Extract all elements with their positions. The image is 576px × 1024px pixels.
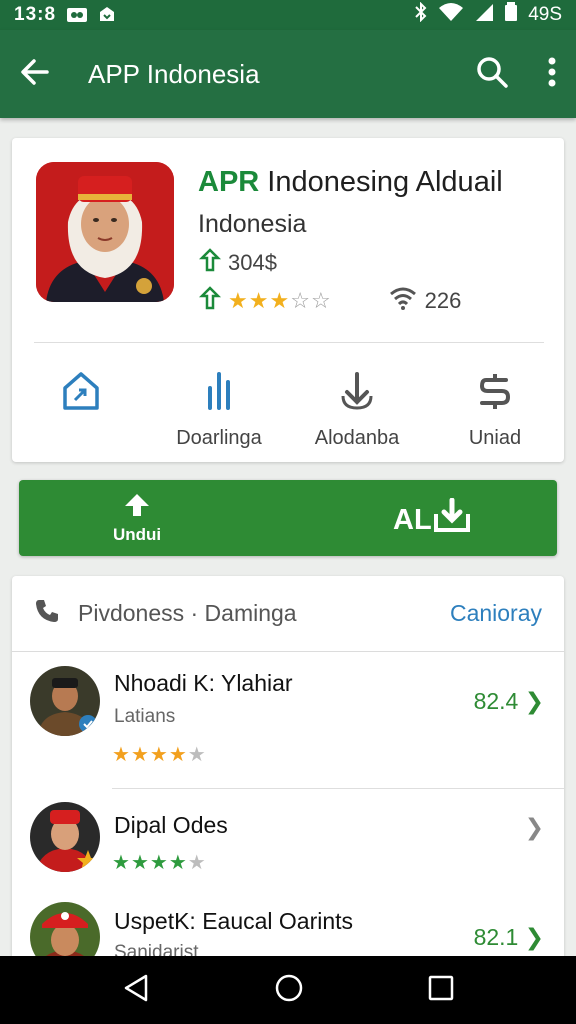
download-tray-icon bbox=[432, 497, 472, 542]
action-price[interactable]: Uniad bbox=[430, 370, 560, 450]
star-icon: ★ bbox=[130, 744, 150, 766]
nav-recents-icon[interactable] bbox=[428, 975, 454, 1006]
star-icon: ★ bbox=[187, 852, 207, 874]
divider bbox=[112, 788, 564, 789]
status-time: 13:8 bbox=[14, 4, 57, 25]
navigation-bar bbox=[0, 956, 576, 1024]
install-button[interactable]: Undui AL bbox=[19, 480, 557, 556]
star-icon: ★ bbox=[149, 852, 169, 874]
action-stats[interactable]: Doarlinga bbox=[154, 370, 284, 450]
more-vert-icon[interactable] bbox=[548, 57, 556, 92]
avatar bbox=[30, 802, 100, 872]
chevron-right-icon: ❯ bbox=[518, 924, 544, 950]
search-icon[interactable] bbox=[476, 56, 508, 93]
downloads-count: 304$ bbox=[228, 250, 277, 275]
app-title: APR Indonesing Alduail bbox=[198, 166, 503, 199]
app-developer: Indonesia bbox=[198, 210, 307, 238]
nav-home-icon[interactable] bbox=[274, 973, 304, 1008]
app-title-accent: APR bbox=[198, 166, 260, 198]
star-icon: ★ bbox=[112, 852, 131, 874]
action-share[interactable] bbox=[16, 370, 146, 450]
dollar-icon bbox=[478, 370, 512, 417]
item-rating: ★★★★★ bbox=[112, 850, 207, 875]
wifi-icon bbox=[438, 2, 464, 28]
phone-icon bbox=[34, 598, 60, 629]
item-name: Dipal Odes bbox=[114, 812, 228, 838]
wifi-icon bbox=[389, 286, 417, 316]
item-value: 82.1 ❯ bbox=[474, 924, 544, 951]
chevron-right-icon: ❯ bbox=[524, 814, 544, 840]
chevron-right-icon: ❯ bbox=[518, 688, 544, 714]
downloads-row: 304$ bbox=[198, 248, 277, 278]
list-item[interactable]: Nhoadi K: Ylahiar Latians ★★★★★ 82.4 ❯ bbox=[12, 666, 564, 786]
star-outline-icon: ☆ bbox=[310, 288, 331, 313]
download-arrow-icon bbox=[339, 370, 375, 417]
item-rating: ★★★★★ bbox=[112, 742, 207, 767]
list-item[interactable]: Dipal Odes ★★★★★ ❯ bbox=[12, 802, 564, 902]
install-right: AL bbox=[393, 497, 472, 542]
star-icon: ★ bbox=[130, 852, 150, 874]
install-right-label: AL bbox=[393, 503, 432, 536]
back-arrow-icon[interactable] bbox=[20, 57, 50, 92]
item-name: UspetK: Eaucal Oarints bbox=[114, 908, 354, 934]
star-icon: ★ bbox=[248, 288, 269, 313]
item-name: Nhoadi K: Ylahiar bbox=[114, 670, 293, 696]
action-stats-label: Doarlinga bbox=[176, 427, 262, 449]
star-icon: ★ bbox=[168, 852, 188, 874]
install-left: Undui bbox=[113, 492, 161, 545]
app-title-rest: Indonesing Alduail bbox=[259, 166, 503, 198]
install-left-label: Undui bbox=[113, 525, 162, 544]
star-icon: ★ bbox=[112, 744, 131, 766]
install-count-icon bbox=[198, 286, 222, 316]
battery-icon bbox=[504, 2, 518, 28]
star-icon: ★ bbox=[228, 288, 248, 313]
divider bbox=[34, 342, 544, 343]
app-actions: Doarlinga Alodanba Uniad bbox=[12, 370, 564, 450]
signal-icon bbox=[474, 2, 494, 28]
bluetooth-icon bbox=[414, 1, 428, 28]
list-header-link[interactable]: Canioray bbox=[450, 600, 542, 627]
upload-arrow-icon bbox=[123, 492, 151, 523]
star-outline-icon: ☆ bbox=[290, 288, 310, 313]
install-count-icon bbox=[198, 248, 222, 278]
star-icon: ★ bbox=[269, 288, 290, 313]
wifi-count-value: 226 bbox=[424, 288, 462, 313]
message-icon bbox=[66, 7, 88, 23]
item-subtitle: Latians bbox=[114, 706, 176, 727]
action-price-label: Uniad bbox=[468, 427, 522, 449]
app-notification-icon bbox=[98, 6, 116, 24]
app-bar-title: APP Indonesia bbox=[88, 58, 260, 89]
list-header: Pivdoness · Daminga Canioray bbox=[12, 576, 564, 652]
status-bar: 13:8 49S bbox=[0, 0, 576, 30]
battery-level: 49S bbox=[528, 4, 562, 25]
list-header-text: Pivdoness · Daminga bbox=[78, 600, 297, 626]
nav-back-icon[interactable] bbox=[122, 974, 150, 1007]
item-value-text: 82.4 bbox=[473, 688, 519, 714]
item-value-text: 82.1 bbox=[473, 924, 519, 950]
app-rating-stars: ★ ★ ★ ☆ ☆ bbox=[228, 288, 331, 314]
star-icon: ★ bbox=[168, 744, 188, 766]
avatar bbox=[30, 666, 100, 736]
rating-row: ★ ★ ★ ☆ ☆ 226 bbox=[198, 286, 461, 316]
star-icon: ★ bbox=[149, 744, 169, 766]
app-bar: APP Indonesia bbox=[0, 30, 576, 118]
app-icon bbox=[36, 162, 174, 302]
similar-apps-card: Pivdoness · Daminga Canioray Nhoadi K: Y… bbox=[12, 576, 564, 976]
item-value: 82.4 ❯ bbox=[474, 688, 544, 715]
home-share-icon bbox=[61, 370, 101, 417]
action-download-label: Alodanba bbox=[314, 427, 400, 449]
app-details-card: APR Indonesing Alduail Indonesia 304$ ★ ★… bbox=[12, 138, 564, 462]
star-icon: ★ bbox=[187, 744, 207, 766]
action-download[interactable]: Alodanba bbox=[292, 370, 422, 450]
wifi-count: 226 bbox=[389, 286, 462, 316]
chart-icon bbox=[204, 370, 234, 417]
